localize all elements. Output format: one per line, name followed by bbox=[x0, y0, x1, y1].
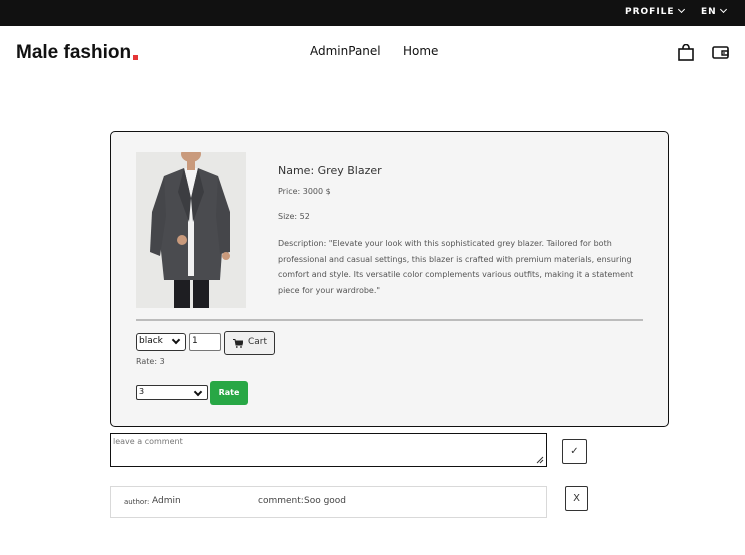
rating-select[interactable]: 3 bbox=[136, 385, 208, 400]
comment-author: Admin bbox=[152, 496, 181, 506]
comment-text-label: comment: bbox=[258, 496, 304, 506]
product-card: Name: Grey Blazer Price: 3000 $ Size: 52… bbox=[110, 131, 669, 427]
site-logo[interactable]: Male fashion bbox=[16, 42, 131, 64]
nav-admin-panel[interactable]: AdminPanel bbox=[310, 44, 381, 58]
color-select-value: black bbox=[139, 336, 163, 346]
submit-comment-button[interactable]: ✓ bbox=[562, 439, 587, 464]
cart-button-label: Cart bbox=[248, 337, 268, 347]
comment-author-label: author: bbox=[124, 498, 150, 506]
profile-menu[interactable]: PROFILE bbox=[625, 5, 685, 17]
delete-comment-button[interactable]: X bbox=[565, 486, 588, 511]
wallet-icon[interactable] bbox=[712, 45, 729, 59]
product-name: Name: Grey Blazer bbox=[278, 164, 382, 177]
comment-placeholder: leave a comment bbox=[113, 437, 183, 446]
chevron-down-icon bbox=[677, 5, 685, 14]
divider bbox=[136, 319, 643, 321]
product-price: Price: 3000 $ bbox=[278, 187, 331, 196]
comment-text: Soo good bbox=[304, 496, 347, 506]
quantity-input[interactable]: 1 bbox=[189, 333, 221, 351]
language-menu[interactable]: EN bbox=[701, 5, 727, 17]
product-size: Size: 52 bbox=[278, 212, 310, 221]
color-select[interactable]: black bbox=[136, 333, 186, 351]
profile-menu-label: PROFILE bbox=[625, 7, 675, 17]
comment-item: author: Admin comment: Soo good bbox=[110, 486, 547, 518]
shopping-bag-icon[interactable] bbox=[678, 44, 694, 61]
add-to-cart-button[interactable]: Cart bbox=[224, 331, 275, 355]
chevron-down-icon bbox=[719, 5, 727, 14]
logo-accent-dot bbox=[133, 55, 138, 60]
product-image bbox=[136, 152, 246, 308]
cart-icon bbox=[233, 339, 243, 348]
resize-handle-icon[interactable] bbox=[536, 456, 544, 464]
rating-select-value: 3 bbox=[139, 387, 145, 396]
top-bar: PROFILE EN bbox=[0, 0, 745, 26]
chevron-down-icon bbox=[193, 387, 203, 397]
chevron-down-icon bbox=[171, 335, 181, 345]
rating-text: Rate: 3 bbox=[136, 357, 165, 366]
nav-home[interactable]: Home bbox=[403, 44, 438, 58]
language-menu-label: EN bbox=[701, 7, 717, 17]
comment-textarea[interactable]: leave a comment bbox=[110, 433, 547, 467]
product-description: Description: "Elevate your look with thi… bbox=[278, 239, 634, 295]
rate-button[interactable]: Rate bbox=[210, 381, 248, 405]
